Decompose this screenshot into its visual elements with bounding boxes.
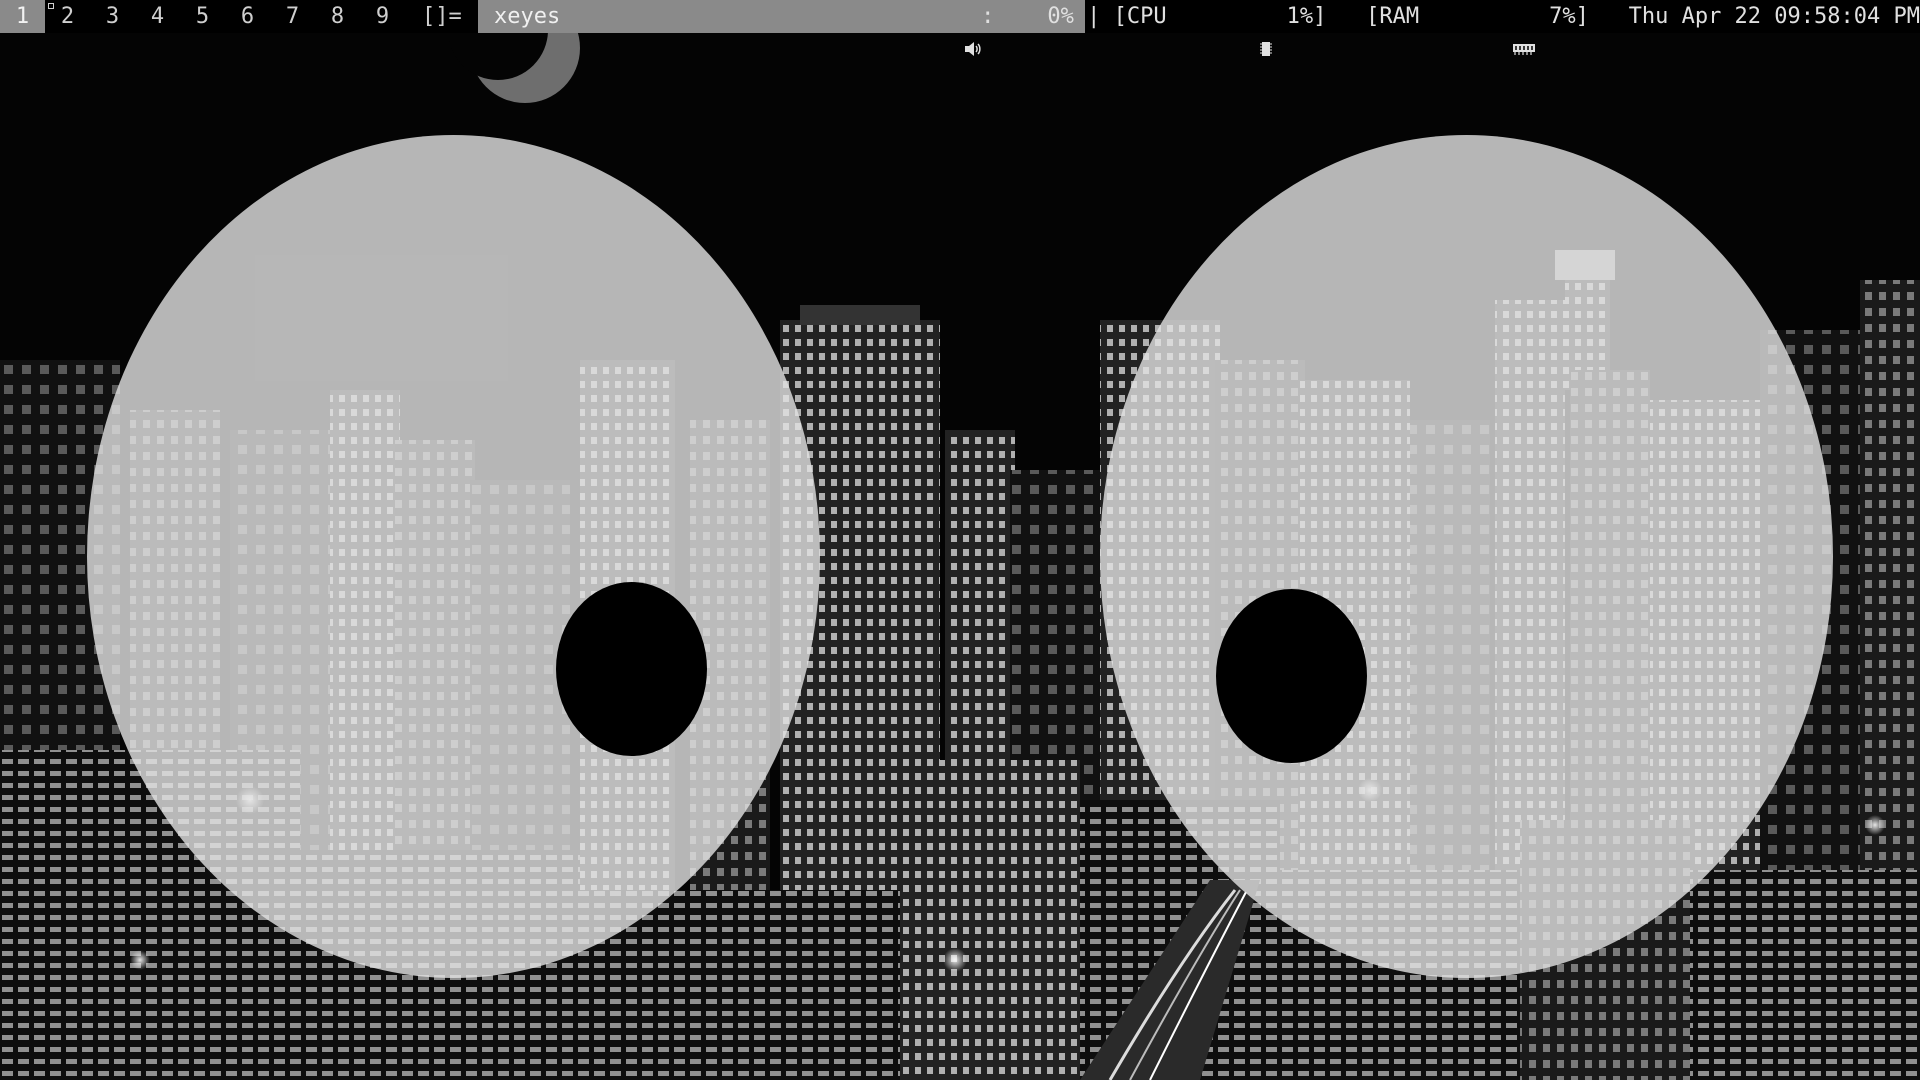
tag-3[interactable]: 3: [90, 0, 135, 33]
left-eye: [87, 135, 820, 978]
ram-label: [RAM: [1366, 4, 1420, 29]
speaker-icon: [884, 0, 981, 56]
volume-value: 0%: [1047, 4, 1074, 29]
tag-label: 3: [105, 4, 120, 29]
tag-6[interactable]: 6: [225, 0, 270, 33]
volume-colon: :: [981, 4, 1048, 29]
ram-value: 7%]: [1549, 4, 1589, 29]
separator: |: [1087, 4, 1101, 29]
tag-label: 6: [240, 4, 255, 29]
tag-label: 9: [375, 4, 390, 29]
right-eye: [1100, 135, 1833, 978]
clock: Thu Apr 22 09:58:04 PM: [1628, 4, 1920, 29]
tag-8[interactable]: 8: [315, 0, 360, 33]
tag-label: 2: [60, 4, 75, 29]
layout-indicator[interactable]: []=: [422, 0, 462, 33]
occupied-indicator: [48, 3, 54, 9]
tag-4[interactable]: 4: [135, 0, 180, 33]
tag-9[interactable]: 9: [360, 0, 405, 33]
chip-icon: [1180, 0, 1273, 56]
cpu-value: 1%]: [1286, 4, 1327, 29]
status-bar: 1 2 3 4 5 6 7 8 9 []= xeyes : 0% | [CPU …: [0, 0, 1920, 56]
tag-label: 7: [285, 4, 300, 29]
tag-label: 8: [330, 4, 345, 29]
tag-list: 1 2 3 4 5 6 7 8 9: [0, 0, 405, 33]
tag-label: 1: [15, 4, 30, 29]
tag-label: 4: [150, 4, 165, 29]
right-pupil: [1216, 589, 1367, 763]
tag-label: 5: [195, 4, 210, 29]
cpu-label: [CPU: [1113, 4, 1167, 29]
status-area: : 0% | [CPU 1%] [RAM 7%] Thu Apr 22 09:5…: [884, 0, 1920, 56]
tag-5[interactable]: 5: [180, 0, 225, 33]
memory-icon: [1432, 0, 1535, 55]
tag-1[interactable]: 1: [0, 0, 45, 33]
tag-2[interactable]: 2: [45, 0, 90, 33]
left-pupil: [556, 582, 707, 756]
tag-7[interactable]: 7: [270, 0, 315, 33]
